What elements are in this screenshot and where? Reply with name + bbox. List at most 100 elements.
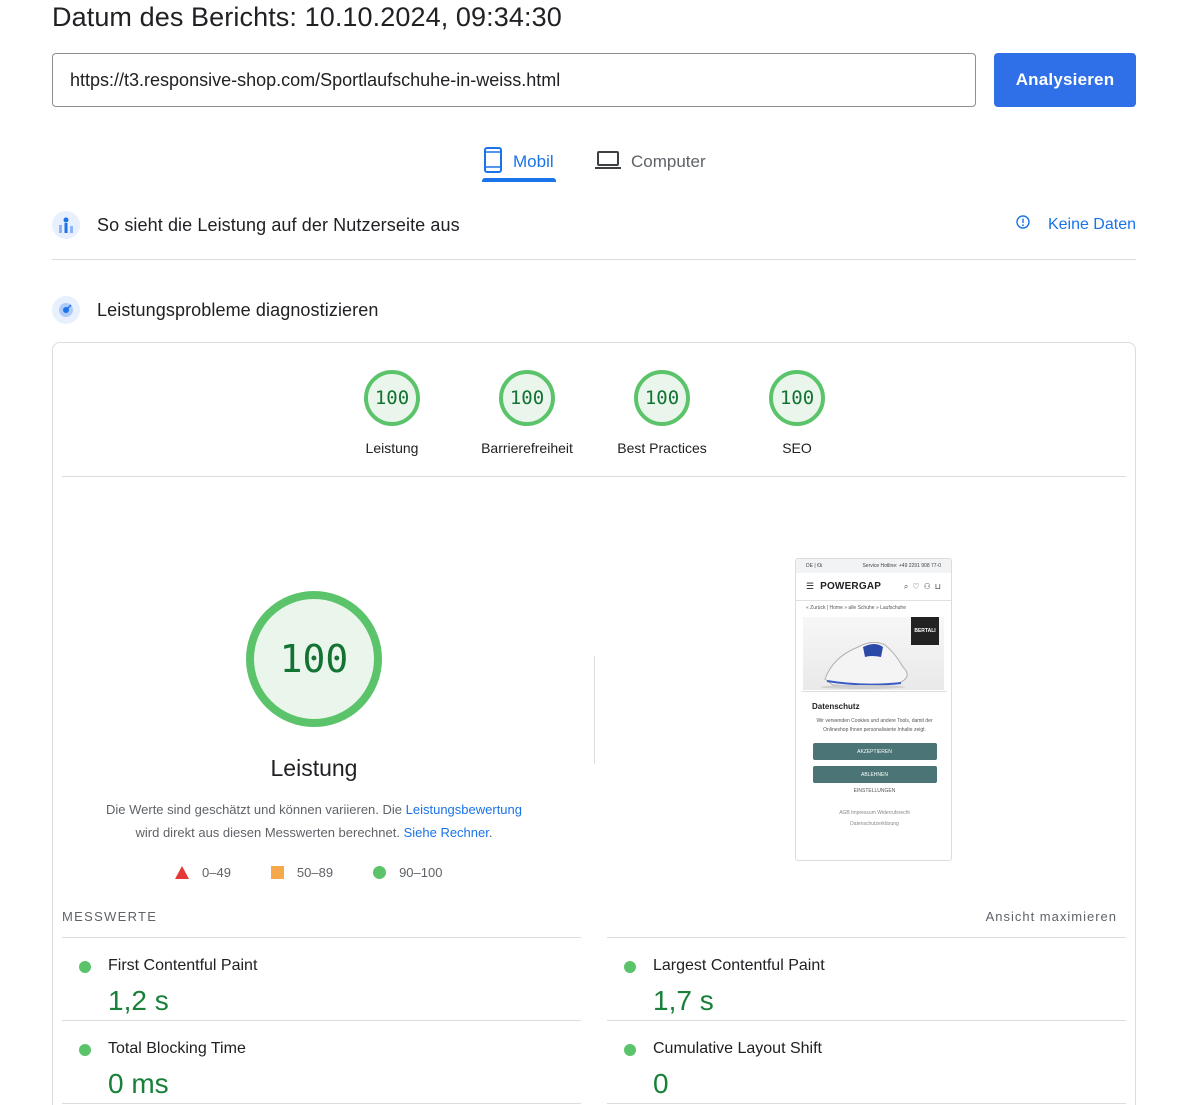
metric-lcp: Largest Contentful Paint 1,7 s — [607, 948, 1127, 1030]
metric-divider — [607, 937, 1126, 938]
footer-links-row: Datenschutzerklärung — [850, 821, 899, 827]
legend-range: 50–89 — [296, 865, 334, 880]
preview-header-icons: ⌕ ♡ ⚇ ⊔ — [904, 582, 941, 592]
preview-locale: DE | €k — [806, 563, 823, 569]
metric-name: First Contentful Paint — [108, 957, 258, 974]
metric-value: 0 ms — [108, 1068, 169, 1099]
users-chart-icon — [52, 211, 80, 239]
metric-fcp: First Contentful Paint 1,2 s — [62, 948, 582, 1030]
lab-gauge-icon — [52, 296, 80, 324]
no-data-label: Keine Daten — [1047, 215, 1136, 233]
gauge-score: 100 — [364, 370, 420, 426]
info-icon — [1016, 215, 1030, 234]
metric-value: 1,2 s — [108, 985, 169, 1016]
search-icon: ⌕ — [903, 581, 909, 591]
metric-cls: Cumulative Layout Shift 0 — [607, 1031, 1127, 1105]
user-icon: ⚇ — [923, 581, 931, 591]
tab-computer[interactable]: Computer — [595, 142, 706, 182]
pass-indicator — [79, 961, 91, 973]
score-gauges: 100 Leistung 100 Barrierefreiheit 100 Be… — [53, 370, 1135, 470]
desc-text: Die Werte sind geschätzt und können vari… — [105, 802, 406, 817]
metric-divider — [62, 937, 581, 938]
gauge-score: 100 — [499, 370, 555, 426]
gauge-label: Barrierefreiheit — [481, 440, 573, 456]
report-date: Datum des Berichts: 10.10.2024, 09:34:30 — [52, 2, 562, 32]
legend-range: 0–49 — [202, 865, 231, 880]
tab-mobile[interactable]: Mobil — [483, 142, 554, 182]
metric-value: 1,7 s — [653, 985, 714, 1016]
cookie-dialog-title: Datenschutz — [812, 702, 860, 711]
gauge-score: 100 — [769, 370, 825, 426]
metric-tbt: Total Blocking Time 0 ms — [62, 1031, 582, 1105]
url-input[interactable] — [52, 53, 976, 107]
performance-description: Die Werte sind geschätzt und können vari… — [89, 798, 539, 844]
preview-topbar: DE | €k Service Hotline: +49 2291 908 77… — [796, 559, 951, 573]
legend-item-fail: 0–49 — [175, 865, 231, 880]
cookie-settings-link: EINSTELLUNGEN — [853, 788, 896, 794]
laptop-icon — [595, 150, 621, 175]
active-tab-indicator — [482, 178, 556, 182]
gauge-best-practices[interactable]: 100 Best Practices — [592, 370, 732, 456]
diagnose-section: Leistungsprobleme diagnostizieren — [52, 290, 1136, 330]
cookie-accept-button: AKZEPTIEREN — [812, 743, 937, 760]
preview-header: ☰ POWERGAP ⌕ ♡ ⚇ ⊔ — [796, 573, 951, 601]
circle-icon — [373, 866, 387, 879]
metric-divider — [607, 1103, 1126, 1104]
gauge-performance[interactable]: 100 Leistung — [322, 370, 462, 456]
preview-brand: POWERGAP — [820, 581, 882, 592]
legend-item-average: 50–89 — [270, 865, 334, 880]
metric-name: Total Blocking Time — [108, 1040, 246, 1057]
pass-indicator — [624, 1044, 636, 1056]
score-legend: 0–49 50–89 90–100 — [175, 865, 482, 880]
preview-footer-links: AGB Impressum Widerrufsrecht Datenschutz… — [812, 808, 937, 830]
cart-icon: ⊔ — [934, 581, 941, 591]
gauge-seo[interactable]: 100 SEO — [727, 370, 867, 456]
heart-icon: ♡ — [912, 581, 920, 591]
legend-range: 90–100 — [399, 865, 443, 880]
metrics-title: MESSWERTE — [62, 909, 158, 924]
metric-name: Largest Contentful Paint — [653, 957, 825, 974]
pass-indicator — [79, 1044, 91, 1056]
field-data-section: So sieht die Leistung auf der Nutzerseit… — [52, 205, 1136, 245]
score-link[interactable]: Leistungsbewertung — [406, 802, 522, 817]
analyze-button[interactable]: Analysieren — [994, 53, 1136, 107]
shoe-image: BERTALI — [803, 617, 944, 690]
performance-score-gauge: 100 — [246, 591, 382, 727]
triangle-icon — [175, 866, 189, 879]
metric-name: Cumulative Layout Shift — [653, 1040, 822, 1057]
device-tabs: Mobil Computer — [0, 130, 1200, 185]
calculator-link[interactable]: Siehe Rechner — [404, 825, 489, 840]
preview-breadcrumb: « Zurück | Home » alle Schuhe » Laufschu… — [806, 605, 906, 611]
performance-label: Leistung — [270, 755, 358, 781]
cookie-dialog-text: Wir verwenden Cookies und andere Tools, … — [816, 718, 933, 733]
pass-indicator — [624, 961, 636, 973]
cookie-dialog: Datenschutz Wir verwenden Cookies und an… — [802, 691, 947, 860]
gauge-label: Best Practices — [617, 440, 707, 456]
square-icon — [270, 866, 284, 879]
gauge-label: Leistung — [365, 440, 419, 456]
metric-divider — [62, 1020, 581, 1021]
section-divider — [52, 259, 1136, 260]
desc-text: wird direkt aus diesen Messwerten berech… — [135, 825, 404, 840]
desc-text: . — [488, 825, 493, 840]
legend-item-pass: 90–100 — [373, 865, 442, 880]
card-divider — [62, 476, 1126, 477]
footer-links-row: AGB Impressum Widerrufsrecht — [839, 810, 910, 816]
phone-icon — [483, 146, 503, 178]
page-screenshot-preview: DE | €k Service Hotline: +49 2291 908 77… — [795, 558, 952, 861]
gauge-accessibility[interactable]: 100 Barrierefreiheit — [457, 370, 597, 456]
cookie-decline-button: ABLEHNEN — [812, 766, 937, 783]
tab-mobile-label: Mobil — [513, 152, 554, 171]
diagnose-title: Leistungsprobleme diagnostizieren — [97, 299, 379, 320]
preview-hotline: Service Hotline: +49 2291 908 77-0 — [862, 563, 941, 569]
expand-view-link[interactable]: Ansicht maximieren — [986, 909, 1117, 924]
lighthouse-card: 100 Leistung 100 Barrierefreiheit 100 Be… — [52, 342, 1136, 1105]
vertical-divider — [594, 656, 595, 764]
metric-divider — [607, 1020, 1126, 1021]
field-data-title: So sieht die Leistung auf der Nutzerseit… — [97, 214, 460, 235]
brand-badge: BERTALI — [911, 617, 939, 645]
no-data-link[interactable]: Keine Daten — [1016, 215, 1136, 234]
metric-divider — [62, 1103, 581, 1104]
gauge-score: 100 — [634, 370, 690, 426]
gauge-label: SEO — [782, 440, 812, 456]
